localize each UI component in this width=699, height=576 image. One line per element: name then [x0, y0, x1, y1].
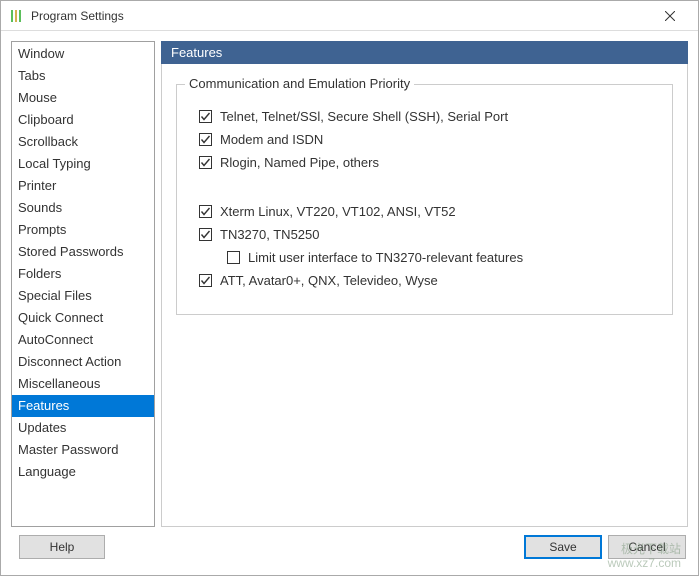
option-row: Telnet, Telnet/SSl, Secure Shell (SSH), … — [199, 109, 658, 124]
checkbox-label: Xterm Linux, VT220, VT102, ANSI, VT52 — [220, 204, 456, 219]
option-row: TN3270, TN5250 — [199, 227, 658, 242]
sidebar-item-special-files[interactable]: Special Files — [12, 285, 154, 307]
group-communication-emulation: Communication and Emulation Priority Tel… — [176, 84, 673, 315]
checkbox-label: ATT, Avatar0+, QNX, Televideo, Wyse — [220, 273, 438, 288]
sidebar-item-quick-connect[interactable]: Quick Connect — [12, 307, 154, 329]
content-area: WindowTabsMouseClipboardScrollbackLocal … — [1, 31, 698, 527]
save-button[interactable]: Save — [524, 535, 602, 559]
sidebar-item-sounds[interactable]: Sounds — [12, 197, 154, 219]
checkbox[interactable] — [199, 156, 212, 169]
footer: Help Save Cancel — [1, 527, 698, 567]
close-button[interactable] — [650, 2, 690, 30]
help-button[interactable]: Help — [19, 535, 105, 559]
checkbox-label: Modem and ISDN — [220, 132, 323, 147]
option-row: Xterm Linux, VT220, VT102, ANSI, VT52 — [199, 204, 658, 219]
checkbox[interactable] — [199, 274, 212, 287]
sidebar-item-updates[interactable]: Updates — [12, 417, 154, 439]
sidebar-item-master-password[interactable]: Master Password — [12, 439, 154, 461]
sidebar-item-autoconnect[interactable]: AutoConnect — [12, 329, 154, 351]
checkbox[interactable] — [199, 133, 212, 146]
option-row: Limit user interface to TN3270-relevant … — [227, 250, 658, 265]
sidebar-item-mouse[interactable]: Mouse — [12, 87, 154, 109]
checkbox[interactable] — [199, 110, 212, 123]
sidebar-item-features[interactable]: Features — [12, 395, 154, 417]
checkbox[interactable] — [227, 251, 240, 264]
sidebar-item-prompts[interactable]: Prompts — [12, 219, 154, 241]
titlebar: Program Settings — [1, 1, 698, 31]
sidebar-item-stored-passwords[interactable]: Stored Passwords — [12, 241, 154, 263]
checkbox[interactable] — [199, 205, 212, 218]
sidebar-item-scrollback[interactable]: Scrollback — [12, 131, 154, 153]
checkbox-label: TN3270, TN5250 — [220, 227, 320, 242]
main-panel: Features Communication and Emulation Pri… — [161, 41, 688, 527]
sidebar-item-disconnect-action[interactable]: Disconnect Action — [12, 351, 154, 373]
panel-header: Features — [161, 41, 688, 64]
cancel-button[interactable]: Cancel — [608, 535, 686, 559]
sidebar-item-printer[interactable]: Printer — [12, 175, 154, 197]
window-title: Program Settings — [31, 9, 650, 23]
sidebar-item-folders[interactable]: Folders — [12, 263, 154, 285]
sidebar: WindowTabsMouseClipboardScrollbackLocal … — [11, 41, 155, 527]
checkbox-label: Rlogin, Named Pipe, others — [220, 155, 379, 170]
option-row: Rlogin, Named Pipe, others — [199, 155, 658, 170]
checkbox[interactable] — [199, 228, 212, 241]
sidebar-item-miscellaneous[interactable]: Miscellaneous — [12, 373, 154, 395]
group-legend: Communication and Emulation Priority — [185, 76, 414, 91]
option-row: ATT, Avatar0+, QNX, Televideo, Wyse — [199, 273, 658, 288]
panel-body: Communication and Emulation Priority Tel… — [161, 64, 688, 527]
sidebar-item-window[interactable]: Window — [12, 43, 154, 65]
sidebar-item-language[interactable]: Language — [12, 461, 154, 483]
checkbox-label: Telnet, Telnet/SSl, Secure Shell (SSH), … — [220, 109, 508, 124]
checkbox-label: Limit user interface to TN3270-relevant … — [248, 250, 523, 265]
sidebar-item-local-typing[interactable]: Local Typing — [12, 153, 154, 175]
sidebar-item-tabs[interactable]: Tabs — [12, 65, 154, 87]
sidebar-item-clipboard[interactable]: Clipboard — [12, 109, 154, 131]
option-row: Modem and ISDN — [199, 132, 658, 147]
app-icon — [9, 9, 23, 23]
